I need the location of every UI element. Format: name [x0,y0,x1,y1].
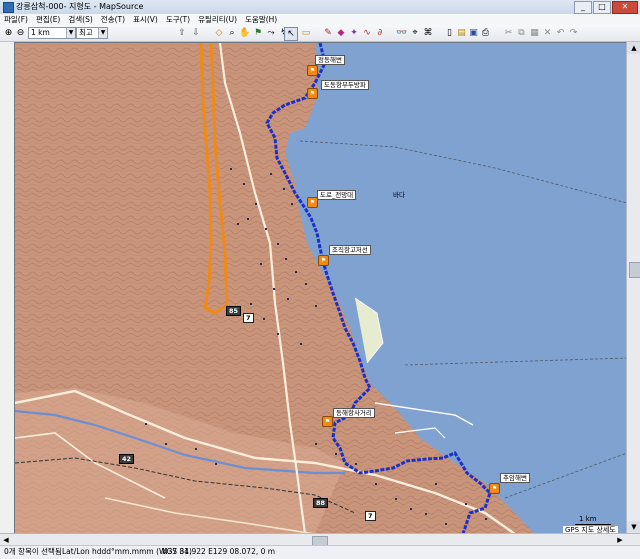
scrollbar-thumb[interactable] [629,262,640,278]
undo-icon[interactable]: ↶ [555,27,566,39]
map-label[interactable]: 동해항사거리 [333,408,375,418]
scale-bar-label: 1 km [579,515,597,523]
flag-tool-icon[interactable]: ⚑ [252,27,264,39]
waypoint-icon[interactable]: ⚑ [307,197,318,208]
menu-file[interactable]: 파일(F) [0,14,32,25]
toolbar: ⊕ ⊖ 1 km ▼ 최고 ▼ ⇪ ⇩ ◇ ⌕ ✋ ⚑ ⤳ ↯ ↖ ▭ ✎ ◆ … [0,25,640,42]
vertical-scrollbar[interactable]: ▲ ▼ [626,42,640,533]
cut-icon[interactable]: ✂ [503,27,514,39]
cursor-coordinates: N37 31.922 E129 08.072, 0 m [162,547,276,556]
map-label[interactable]: 도동항부두방파 [321,80,369,90]
find-nearest-icon[interactable]: ⌖ [409,27,421,39]
redo-icon[interactable]: ↷ [568,27,579,39]
menu-search[interactable]: 검색(S) [64,14,96,25]
menu-tools[interactable]: 도구(T) [162,14,194,25]
menu-edit[interactable]: 편집(E) [32,14,64,25]
new-file-icon[interactable]: ▯ [444,27,455,39]
map-label[interactable]: 정동해변 [315,55,345,65]
zoom-tool-icon[interactable]: ⌕ [226,27,238,39]
tool-a-icon[interactable]: ✎ [322,27,334,39]
menu-help[interactable]: 도움말(H) [241,14,281,25]
print-icon[interactable]: ⎙ [480,27,491,39]
menu-transfer[interactable]: 전송(T) [97,14,129,25]
detail-select[interactable]: 최고 ▼ [76,27,108,39]
scale-select-value: 1 km [31,28,50,37]
scroll-up-icon[interactable]: ▲ [627,42,640,54]
hand-tool-icon[interactable]: ✋ [239,27,251,39]
scroll-down-icon[interactable]: ▼ [627,521,640,533]
window-controls: _ □ ✕ [573,1,638,14]
tool-c-icon[interactable]: ✦ [348,27,360,39]
road-shield: 88 [313,498,329,508]
open-file-icon[interactable]: ▤ [456,27,467,39]
maximize-button[interactable]: □ [593,1,611,14]
route-tool-icon[interactable]: ⤳ [265,27,277,39]
find-places-icon[interactable]: ⌘ [422,27,434,39]
delete-icon[interactable]: ✕ [542,27,553,39]
menu-utilities[interactable]: 유틸리티(U) [194,14,241,25]
find-icon[interactable]: 👓 [396,27,408,39]
zoom-in-icon[interactable]: ⊕ [3,27,14,39]
waypoint-icon[interactable]: ⚑ [489,483,500,494]
road-shield: 7 [243,313,254,323]
map-view[interactable]: 정동해변 도동항부두방파 도로_전망대 바다 조직항고저선 동해항사거리 추암해… [14,42,628,535]
waypoint-icon[interactable]: ⚑ [307,65,318,76]
scale-bar [575,524,611,525]
tool-e-icon[interactable]: ∂ [374,27,386,39]
copy-icon[interactable]: ⧉ [516,27,527,39]
road-shield: 85 [226,306,242,316]
chevron-down-icon: ▼ [66,28,75,38]
window-title: 강릉삼척-000- 지형도 - MapSource [16,2,144,11]
status-bar: 0개 항목이 선택됨 Lat/Lon hddd°mm.mmm (WGS 84) … [0,545,640,559]
waypoint-icon[interactable]: ⚑ [307,88,318,99]
waypoint-icon[interactable]: ⚑ [318,255,329,266]
left-gutter [0,42,14,533]
scale-select[interactable]: 1 km ▼ [28,27,76,39]
map-label: 바다 [393,191,405,199]
paste-icon[interactable]: ▦ [529,27,540,39]
tool-d-icon[interactable]: ∿ [361,27,373,39]
waypoint-tool-icon[interactable]: ◇ [213,27,225,39]
tool-b-icon[interactable]: ◆ [335,27,347,39]
map-label[interactable]: 추암해변 [500,473,530,483]
measure-tool-icon[interactable]: ▭ [300,27,312,39]
road-shield: 7 [365,511,376,521]
map-canvas [15,43,627,534]
app-icon [3,2,14,13]
selection-tool-icon[interactable]: ↖ [284,27,298,41]
map-label[interactable]: 조직항고저선 [329,245,371,255]
waypoint-icon[interactable]: ⚑ [322,416,333,427]
road-shield: 42 [119,454,135,464]
minimize-button[interactable]: _ [574,1,592,14]
close-button[interactable]: ✕ [612,1,638,14]
map-label[interactable]: 도로_전망대 [317,190,357,200]
selection-status: 0개 항목이 선택됨 [4,547,62,556]
detail-select-value: 최고 [79,28,93,37]
zoom-out-icon[interactable]: ⊖ [15,27,26,39]
title-bar: 강릉삼척-000- 지형도 - MapSource _ □ ✕ [0,0,640,15]
send-to-device-icon[interactable]: ⇪ [176,27,188,39]
save-file-icon[interactable]: ▣ [468,27,479,39]
receive-from-device-icon[interactable]: ⇩ [190,27,202,39]
chevron-down-icon: ▼ [98,28,107,38]
menu-view[interactable]: 표시(V) [129,14,162,25]
